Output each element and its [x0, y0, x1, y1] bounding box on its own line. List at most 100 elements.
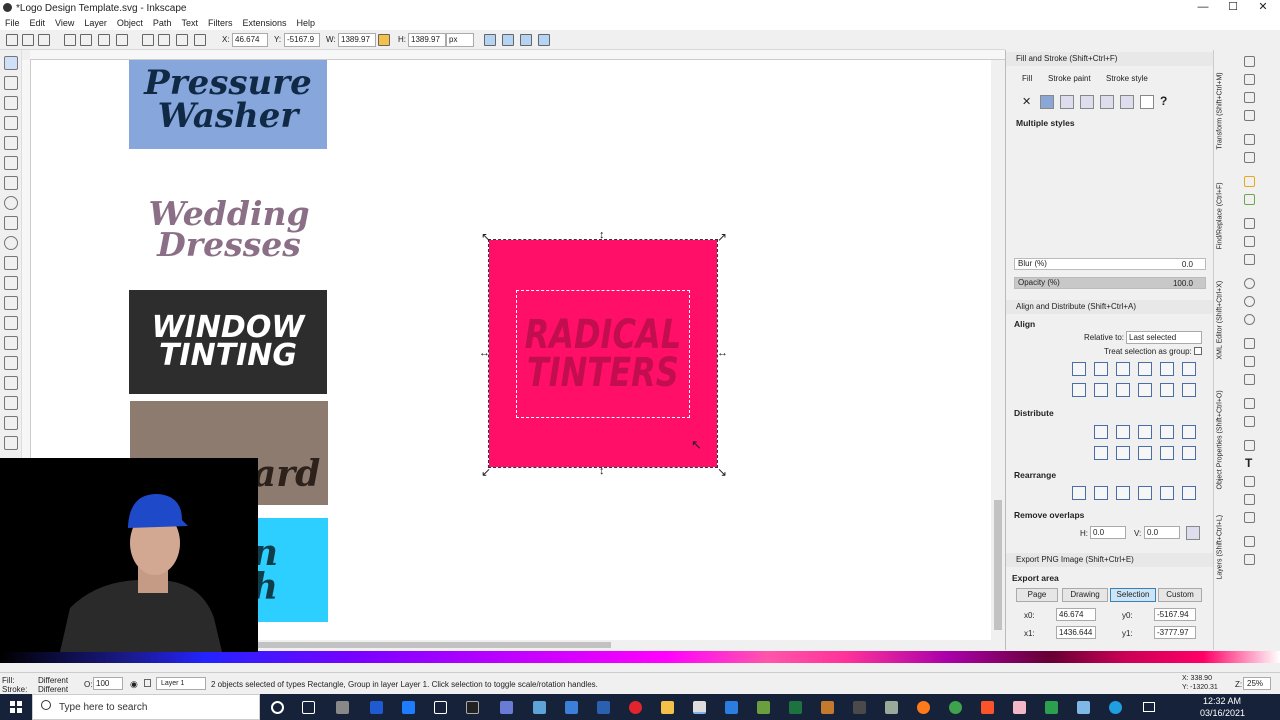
linear-gradient-icon[interactable]	[1060, 95, 1074, 109]
clock-date[interactable]: 03/16/2021	[1200, 708, 1245, 718]
app-icon-5[interactable]	[853, 701, 866, 714]
logo-window-tinting[interactable]: WINDOW TINTING	[129, 290, 327, 394]
dropper-tool-icon[interactable]	[4, 436, 18, 450]
menu-view[interactable]: View	[50, 18, 79, 28]
flip-vertical-icon[interactable]	[116, 34, 128, 46]
firefox-icon[interactable]	[917, 701, 930, 714]
scale-handle-se[interactable]: ↘	[717, 465, 727, 479]
align-distribute-icon[interactable]	[1244, 512, 1255, 523]
rearrange-button-icon[interactable]	[1116, 486, 1130, 500]
menu-layer[interactable]: Layer	[79, 18, 112, 28]
app-icon-4[interactable]	[821, 701, 834, 714]
scroll-thumb[interactable]	[251, 642, 611, 648]
cortana-icon[interactable]	[271, 701, 284, 714]
align-button-icon[interactable]	[1072, 362, 1086, 376]
lock-icon[interactable]	[378, 34, 390, 46]
y1-field[interactable]: -3777.97	[1154, 626, 1196, 639]
clone-icon[interactable]	[1244, 356, 1255, 367]
opacity-spin[interactable]: 100	[93, 677, 123, 690]
w-field[interactable]: 1389.97	[338, 33, 376, 47]
selector-tool-icon[interactable]	[4, 56, 18, 70]
distribute-button-icon[interactable]	[1160, 425, 1174, 439]
node-tool-icon[interactable]	[4, 76, 18, 90]
export-custom-button[interactable]: Custom	[1158, 588, 1202, 602]
app-icon-2[interactable]	[597, 701, 610, 714]
maximize-button[interactable]: ☐	[1218, 0, 1248, 16]
distribute-button-icon[interactable]	[1160, 446, 1174, 460]
bell-icon[interactable]	[434, 701, 447, 714]
file-icon[interactable]	[402, 701, 415, 714]
group-icon[interactable]	[1244, 398, 1255, 409]
fill-stroke-icon[interactable]	[1244, 440, 1255, 451]
network-icon[interactable]	[1143, 702, 1155, 712]
zoom-tool-icon[interactable]	[4, 116, 18, 130]
x1-field[interactable]: 1436.644	[1056, 626, 1096, 639]
current-layer-select[interactable]: Layer 1	[156, 677, 206, 690]
export-page-button[interactable]: Page	[1016, 588, 1058, 602]
document-properties-icon[interactable]	[1244, 536, 1255, 547]
stroke-indicator[interactable]: Different	[38, 685, 68, 694]
app-icon-8[interactable]	[1045, 701, 1058, 714]
inkscape-taskbar-icon[interactable]	[693, 701, 706, 714]
stroke-style-tab[interactable]: Stroke style	[1106, 74, 1148, 83]
overlap-v-field[interactable]: 0.0	[1144, 526, 1180, 539]
align-button-icon[interactable]	[1160, 383, 1174, 397]
terminal-icon[interactable]	[466, 701, 479, 714]
align-button-icon[interactable]	[1160, 362, 1174, 376]
tab-find-replace[interactable]: Find/Replace (Ctrl+F)	[1217, 158, 1224, 249]
calculator-icon[interactable]	[565, 701, 578, 714]
layers-icon[interactable]	[1244, 476, 1255, 487]
duplicate-icon[interactable]	[1244, 338, 1255, 349]
tab-transform[interactable]: Transform (Shift+Ctrl+M)	[1217, 58, 1224, 149]
spray-tool-icon[interactable]	[4, 336, 18, 350]
distribute-button-icon[interactable]	[1182, 446, 1196, 460]
undo-icon[interactable]	[1244, 176, 1255, 187]
menu-file[interactable]: File	[0, 18, 25, 28]
h-field[interactable]: 1389.97	[408, 33, 446, 47]
lower-icon[interactable]	[176, 34, 188, 46]
remove-overlaps-icon[interactable]	[1186, 526, 1200, 540]
app-icon-9[interactable]	[1077, 701, 1090, 714]
save-icon[interactable]	[1244, 92, 1255, 103]
x0-field[interactable]: 46.674	[1056, 608, 1096, 621]
distribute-button-icon[interactable]	[1182, 425, 1196, 439]
align-button-icon[interactable]	[1116, 362, 1130, 376]
rearrange-button-icon[interactable]	[1138, 486, 1152, 500]
zoom-page-icon[interactable]	[1244, 314, 1255, 325]
overlap-h-field[interactable]: 0.0	[1090, 526, 1126, 539]
open-icon[interactable]	[1244, 74, 1255, 85]
mesh-gradient-icon[interactable]	[1100, 95, 1114, 109]
spiral-tool-icon[interactable]	[4, 236, 18, 250]
print-icon[interactable]	[1244, 110, 1255, 121]
eraser-tool-icon[interactable]	[4, 356, 18, 370]
toggle-visibility-icon[interactable]: ◉	[130, 679, 138, 690]
align-button-icon[interactable]	[1138, 383, 1152, 397]
notepad-icon[interactable]	[757, 701, 770, 714]
star-tool-icon[interactable]	[4, 216, 18, 230]
align-button-icon[interactable]	[1072, 383, 1086, 397]
select-all-layers-icon[interactable]	[22, 34, 34, 46]
color-palette[interactable]	[0, 651, 1280, 663]
menu-help[interactable]: Help	[291, 18, 320, 28]
distribute-button-icon[interactable]	[1094, 446, 1108, 460]
excel-icon[interactable]	[789, 701, 802, 714]
menu-text[interactable]: Text	[176, 18, 203, 28]
distribute-button-icon[interactable]	[1138, 446, 1152, 460]
scale-handle-ne[interactable]: ↗	[717, 230, 727, 244]
menu-edit[interactable]: Edit	[25, 18, 51, 28]
y-field[interactable]: -5167.9	[284, 33, 320, 47]
distribute-button-icon[interactable]	[1094, 425, 1108, 439]
calligraphy-tool-icon[interactable]	[4, 296, 18, 310]
cut-icon[interactable]	[1244, 236, 1255, 247]
align-button-icon[interactable]	[1138, 362, 1152, 376]
text-font-icon[interactable]: T	[1245, 456, 1252, 470]
treat-as-group-checkbox[interactable]	[1194, 347, 1202, 355]
app-icon-6[interactable]	[885, 701, 898, 714]
tweak-tool-icon[interactable]	[4, 96, 18, 110]
move-gradients-icon[interactable]	[520, 34, 532, 46]
align-button-icon[interactable]	[1094, 383, 1108, 397]
select-all-icon[interactable]	[6, 34, 18, 46]
align-button-icon[interactable]	[1182, 362, 1196, 376]
toggle-lock-icon[interactable]	[144, 679, 151, 687]
raise-to-top-icon[interactable]	[142, 34, 154, 46]
